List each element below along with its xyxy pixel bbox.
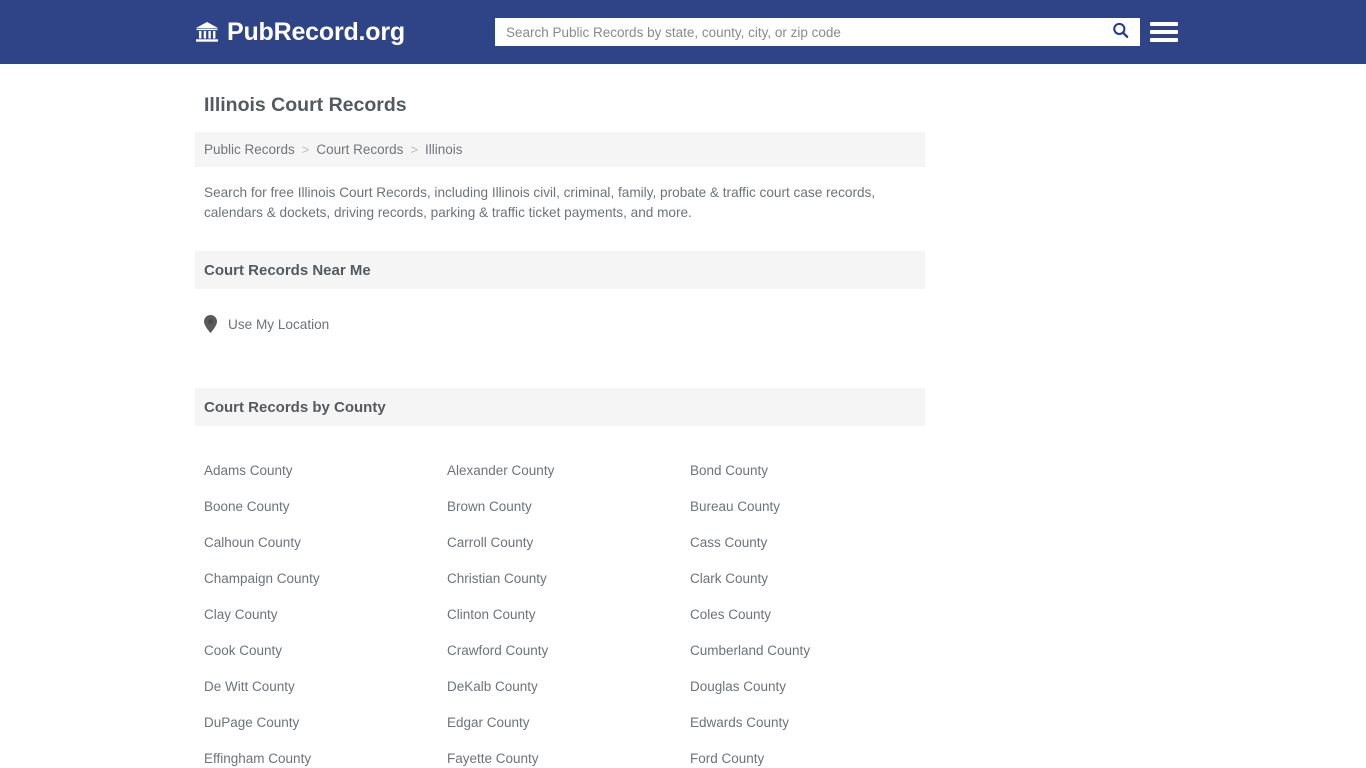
menu-bar-3 xyxy=(1150,38,1178,42)
menu-bar-1 xyxy=(1150,22,1178,26)
page-title: Illinois Court Records xyxy=(204,94,407,116)
brand-name: PubRecord.org xyxy=(227,18,405,46)
breadcrumb-item-court-records[interactable]: Court Records xyxy=(316,142,403,157)
section-heading-by-county: Court Records by County xyxy=(195,388,925,426)
county-link[interactable]: Cass County xyxy=(690,525,933,561)
search-input[interactable] xyxy=(495,19,1100,45)
use-my-location-link[interactable]: Use My Location xyxy=(204,315,329,333)
county-link[interactable]: Edgar County xyxy=(447,705,690,741)
county-link[interactable]: Bureau County xyxy=(690,489,933,525)
breadcrumb-separator-icon: > xyxy=(410,142,419,157)
breadcrumb: Public Records > Court Records > Illinoi… xyxy=(195,132,925,167)
use-my-location-label: Use My Location xyxy=(228,316,330,332)
county-link[interactable]: Christian County xyxy=(447,561,690,597)
county-link[interactable]: Fayette County xyxy=(447,741,690,768)
near-me-section: Use My Location xyxy=(195,289,925,360)
county-link[interactable]: Bond County xyxy=(690,453,933,489)
county-link[interactable]: Calhoun County xyxy=(204,525,447,561)
county-link[interactable]: Douglas County xyxy=(690,669,933,705)
county-link[interactable]: Cumberland County xyxy=(690,633,933,669)
breadcrumb-item-public-records[interactable]: Public Records xyxy=(204,142,295,157)
county-list: Adams County Alexander County Bond County B… xyxy=(195,453,925,768)
county-link[interactable]: Carroll County xyxy=(447,525,690,561)
county-link[interactable]: Ford County xyxy=(690,741,933,768)
content-container: Illinois Court Records Public Records > … xyxy=(195,92,925,768)
main-content: Illinois Court Records Public Records > … xyxy=(0,92,1366,768)
search-icon xyxy=(1111,21,1130,43)
county-link[interactable]: Champaign County xyxy=(204,561,447,597)
county-link[interactable]: De Witt County xyxy=(204,669,447,705)
site-header: PubRecord.org xyxy=(0,0,1366,64)
hamburger-menu-icon[interactable] xyxy=(1150,18,1178,46)
county-link[interactable]: Coles County xyxy=(690,597,933,633)
county-link[interactable]: Clinton County xyxy=(447,597,690,633)
county-link[interactable]: Cook County xyxy=(204,633,447,669)
section-heading-near-me: Court Records Near Me xyxy=(195,251,925,289)
county-link[interactable]: Clay County xyxy=(204,597,447,633)
map-pin-icon xyxy=(204,315,217,333)
county-link[interactable]: Effingham County xyxy=(204,741,447,768)
search-button[interactable] xyxy=(1100,18,1140,46)
breadcrumb-item-illinois: Illinois xyxy=(425,142,463,157)
county-link[interactable]: Boone County xyxy=(204,489,447,525)
county-link[interactable]: Alexander County xyxy=(447,453,690,489)
county-link[interactable]: Clark County xyxy=(690,561,933,597)
county-link[interactable]: Brown County xyxy=(447,489,690,525)
county-link[interactable]: Crawford County xyxy=(447,633,690,669)
breadcrumb-separator-icon: > xyxy=(301,142,310,157)
county-link[interactable]: Adams County xyxy=(204,453,447,489)
county-link[interactable]: DeKalb County xyxy=(447,669,690,705)
brand-logo-link[interactable]: PubRecord.org xyxy=(195,18,405,46)
county-link[interactable]: DuPage County xyxy=(204,705,447,741)
bank-building-icon xyxy=(195,20,219,44)
page-description: Search for free Illinois Court Records, … xyxy=(204,185,876,220)
menu-bar-2 xyxy=(1150,30,1178,34)
search-bar xyxy=(495,18,1140,46)
county-link[interactable]: Edwards County xyxy=(690,705,933,741)
